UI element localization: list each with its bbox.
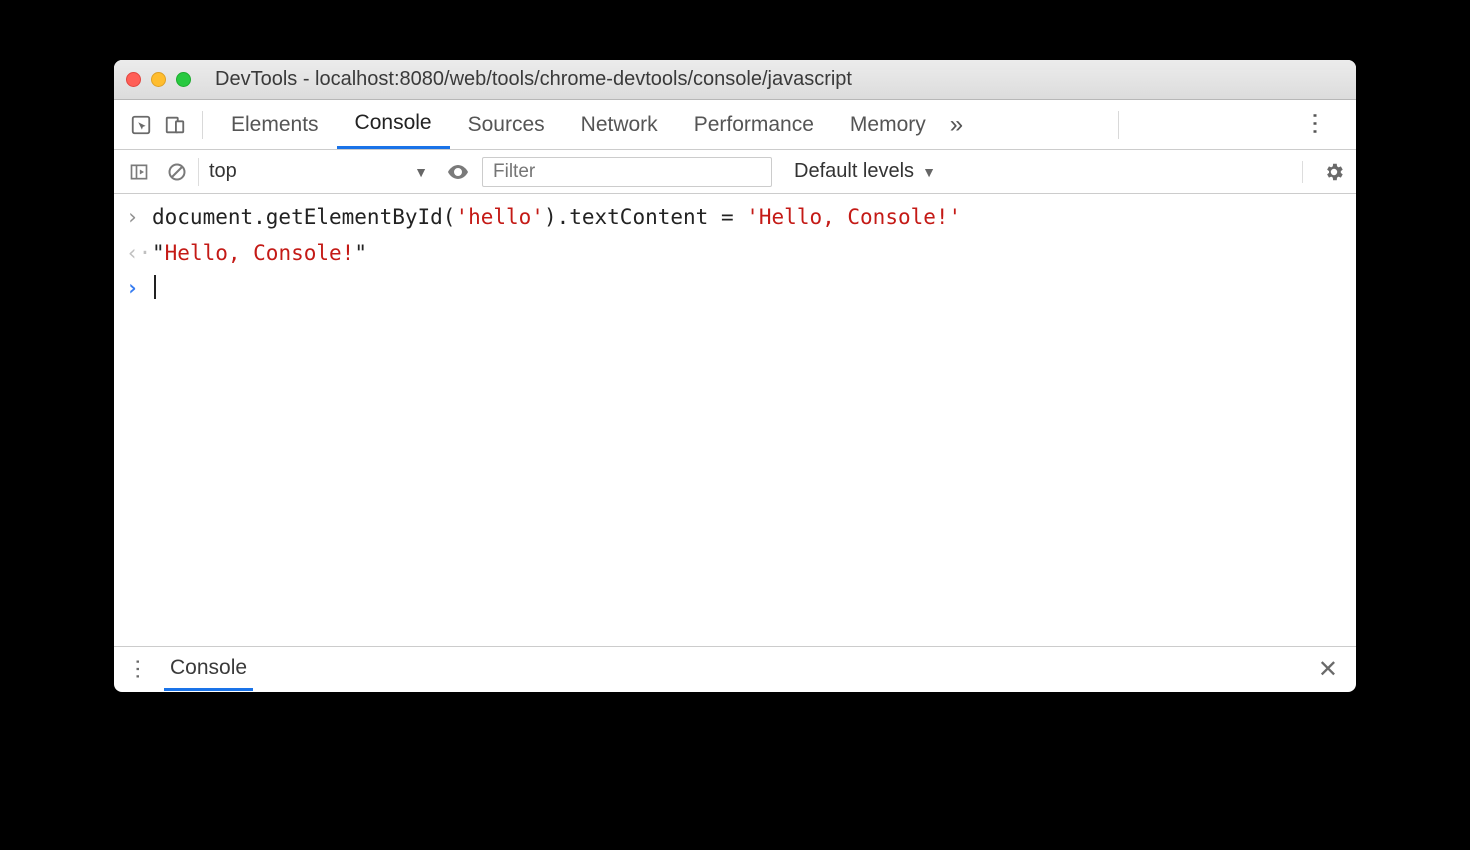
devtools-window: DevTools - localhost:8080/web/tools/chro… xyxy=(114,60,1356,692)
more-tabs-button[interactable]: » xyxy=(950,111,963,139)
customize-menu-button[interactable]: ⋯ xyxy=(1284,110,1346,139)
toggle-sidebar-icon[interactable] xyxy=(122,162,156,182)
tab-network[interactable]: Network xyxy=(563,100,676,149)
zoom-window-button[interactable] xyxy=(176,72,191,87)
console-toolbar: top ▼ Default levels ▼ xyxy=(114,150,1356,194)
console-prompt-row[interactable]: › xyxy=(114,271,1356,307)
close-window-button[interactable] xyxy=(126,72,141,87)
log-levels-label: Default levels xyxy=(794,160,914,183)
tab-performance[interactable]: Performance xyxy=(676,100,832,149)
console-output[interactable]: › document.getElementById('hello').textC… xyxy=(114,194,1356,646)
drawer: ⋯ Console ✕ xyxy=(114,646,1356,692)
close-drawer-icon[interactable]: ✕ xyxy=(1312,655,1344,684)
log-levels-select[interactable]: Default levels ▼ xyxy=(794,160,936,183)
inspect-element-icon[interactable] xyxy=(124,114,158,136)
toggle-device-toolbar-icon[interactable] xyxy=(158,114,192,136)
titlebar: DevTools - localhost:8080/web/tools/chro… xyxy=(114,60,1356,100)
prompt-chevron-icon: › xyxy=(126,271,152,307)
console-prompt-input[interactable] xyxy=(152,271,156,307)
chevron-down-icon: ▼ xyxy=(414,164,428,180)
minimize-window-button[interactable] xyxy=(151,72,166,87)
window-controls xyxy=(126,72,191,87)
console-input-row: › document.getElementById('hello').textC… xyxy=(114,200,1356,236)
clear-console-icon[interactable] xyxy=(160,162,194,182)
console-input-code: document.getElementById('hello').textCon… xyxy=(152,200,961,236)
console-result-value: "Hello, Console!" xyxy=(152,236,367,272)
window-title: DevTools - localhost:8080/web/tools/chro… xyxy=(215,68,852,91)
execution-context-label: top xyxy=(209,160,237,183)
tab-console[interactable]: Console xyxy=(337,100,450,149)
drawer-menu-button[interactable]: ⋯ xyxy=(126,657,150,683)
filter-input[interactable] xyxy=(482,157,772,187)
output-chevron-icon: ‹· xyxy=(126,236,152,272)
main-tabs: ElementsConsoleSourcesNetworkPerformance… xyxy=(114,100,1356,150)
tab-elements[interactable]: Elements xyxy=(213,100,337,149)
live-expression-icon[interactable] xyxy=(446,160,470,184)
tab-memory[interactable]: Memory xyxy=(832,100,944,149)
drawer-tab-console[interactable]: Console xyxy=(164,656,253,691)
input-chevron-icon: › xyxy=(126,200,152,236)
separator xyxy=(202,111,203,139)
console-result-row: ‹· "Hello, Console!" xyxy=(114,236,1356,272)
console-settings-icon[interactable] xyxy=(1302,161,1348,183)
execution-context-select[interactable]: top ▼ xyxy=(198,158,438,186)
tab-sources[interactable]: Sources xyxy=(450,100,563,149)
chevron-down-icon: ▼ xyxy=(922,164,936,180)
separator xyxy=(1118,111,1119,139)
